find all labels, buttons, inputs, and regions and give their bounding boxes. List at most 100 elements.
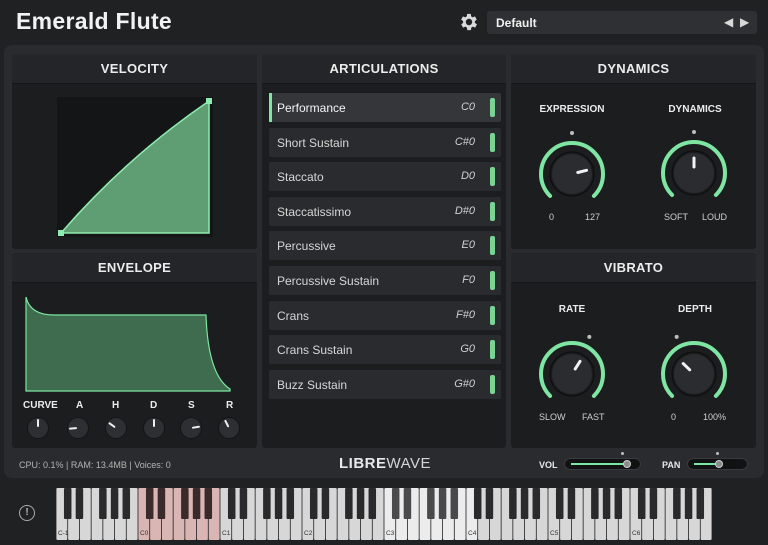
black-key[interactable] [684,488,693,519]
logo-light: WAVE [386,455,432,472]
pan-thumb[interactable] [714,460,723,468]
velocity-curve-editor[interactable] [57,97,213,237]
black-key[interactable] [450,488,459,519]
articulation-led[interactable] [490,374,495,394]
black-key[interactable] [99,488,107,519]
black-key[interactable] [145,488,154,519]
envelope-label-s: S [188,400,195,411]
articulation-keyswitch: E0 [461,239,475,252]
black-key[interactable] [567,488,576,519]
envelope-knob-h[interactable] [105,417,127,439]
articulation-item[interactable]: Crans F#0 [269,300,501,330]
black-key[interactable] [614,488,623,519]
black-key[interactable] [438,488,447,519]
depth-min: 0 [671,412,677,422]
articulation-led[interactable] [490,270,495,290]
articulation-keyswitch: C#0 [454,135,475,148]
articulation-label: Performance [277,101,346,115]
next-preset-icon[interactable]: ▶ [740,15,749,29]
articulation-keyswitch: F0 [462,273,475,286]
black-key[interactable] [286,488,295,519]
black-key[interactable] [368,488,377,519]
black-key[interactable] [509,488,517,519]
preset-selector[interactable]: Default ◀ ▶ [487,11,757,34]
black-key[interactable] [157,488,166,519]
articulation-item[interactable]: Short Sustain C#0 [269,127,501,157]
octave-label: C2 [304,530,313,537]
black-key[interactable] [75,488,84,519]
black-key[interactable] [181,488,189,519]
dynamics-label: DYNAMICS [668,104,722,115]
articulation-label: Percussive Sustain [277,273,380,288]
articulation-led[interactable] [490,132,495,152]
black-key[interactable] [520,488,529,519]
black-key[interactable] [122,488,131,519]
envelope-knob-s[interactable] [180,417,202,439]
piano-keyboard[interactable]: C-1C0C1C2C3C4C5C6C7 [56,488,712,540]
black-key[interactable] [391,488,400,519]
articulation-led[interactable] [490,98,495,117]
vol-thumb[interactable] [622,460,631,468]
vol-default-dot [621,452,624,455]
black-key[interactable] [427,488,435,519]
black-key[interactable] [239,488,248,519]
black-key[interactable] [321,488,330,519]
black-key[interactable] [602,488,611,519]
black-key[interactable] [637,488,646,519]
articulation-keyswitch: D0 [460,170,475,183]
velocity-title: VELOCITY [12,54,257,84]
black-key[interactable] [473,488,482,519]
black-key[interactable] [649,488,658,519]
black-key[interactable] [356,488,365,519]
velocity-start-handle[interactable] [58,230,64,236]
black-key[interactable] [673,488,681,519]
prev-preset-icon[interactable]: ◀ [724,15,733,29]
articulation-item[interactable]: Staccatissimo D#0 [269,196,501,226]
black-key[interactable] [204,488,213,519]
black-key[interactable] [110,488,119,519]
black-key[interactable] [227,488,236,519]
vol-slider[interactable] [564,458,641,470]
pan-label: PAN [662,460,681,470]
black-key[interactable] [263,488,271,519]
articulation-item[interactable]: Percussive E0 [269,231,501,261]
brand-logo: LIBREWAVE [339,455,431,472]
articulation-keyswitch: G0 [460,343,475,356]
black-key[interactable] [403,488,412,519]
articulation-item[interactable]: Buzz Sustain G#0 [269,369,501,399]
envelope-label-h: H [112,400,120,411]
pan-slider[interactable] [687,458,748,470]
articulation-led[interactable] [490,167,495,187]
black-key[interactable] [591,488,599,519]
articulation-keyswitch: C0 [460,101,475,113]
articulation-item[interactable]: Staccato D0 [269,162,501,192]
gear-icon[interactable] [458,11,480,33]
black-key[interactable] [532,488,541,519]
envelope-knob-a[interactable] [67,417,89,439]
articulation-item[interactable]: Performance C0 [269,93,501,122]
info-icon[interactable]: ! [19,505,35,521]
articulation-led[interactable] [490,236,495,256]
articulation-led[interactable] [490,305,495,325]
black-key[interactable] [485,488,494,519]
envelope-knob-r[interactable] [218,417,240,439]
rate-label: RATE [558,304,586,315]
black-key[interactable] [309,488,318,519]
envelope-title: ENVELOPE [12,253,257,283]
black-key[interactable] [345,488,353,519]
black-key[interactable] [696,488,705,519]
black-key[interactable] [555,488,564,519]
velocity-panel: VELOCITY [12,54,257,249]
articulation-led[interactable] [490,340,495,360]
black-key[interactable] [63,488,72,519]
velocity-end-handle[interactable] [206,98,212,104]
articulation-item[interactable]: Percussive Sustain F0 [269,265,501,295]
envelope-graph[interactable] [24,295,234,393]
articulation-item[interactable]: Crans Sustain G0 [269,335,501,365]
black-key[interactable] [274,488,283,519]
octave-label: C0 [140,530,149,537]
envelope-knob-d[interactable] [143,417,165,439]
black-key[interactable] [192,488,201,519]
articulation-led[interactable] [490,201,495,221]
envelope-knob-curve[interactable] [27,417,49,439]
